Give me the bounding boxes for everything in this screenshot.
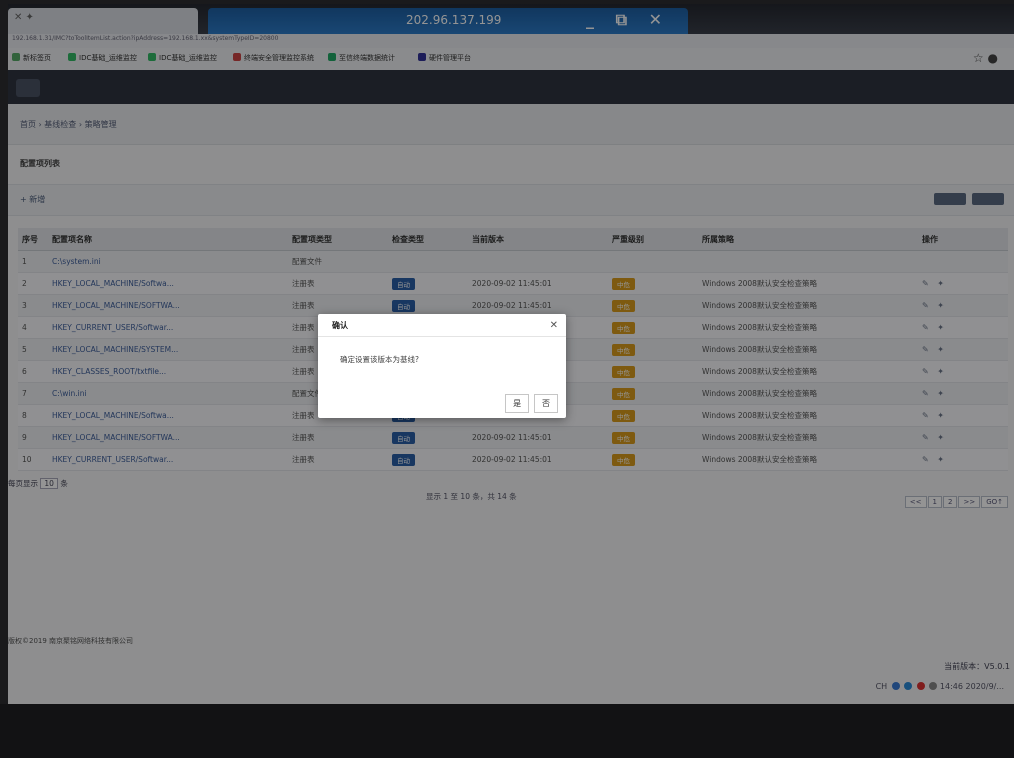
remote-desktop-screen: ✕ ✦ 202.96.137.199 _ ⧉ ✕ 192.168.1.31/IM… <box>8 4 1014 704</box>
monitor-bezel <box>0 704 1014 758</box>
no-button[interactable]: 否 <box>534 394 558 413</box>
confirm-dialog: 确认 ✕ 确定设置该版本为基线? 是 否 <box>318 314 566 418</box>
dialog-divider <box>318 336 566 337</box>
dialog-buttons: 是 否 <box>503 394 558 413</box>
close-icon[interactable]: ✕ <box>550 320 558 331</box>
dialog-message: 确定设置该版本为基线? <box>340 355 419 364</box>
yes-button[interactable]: 是 <box>505 394 530 413</box>
dialog-title: 确认 <box>332 321 348 330</box>
